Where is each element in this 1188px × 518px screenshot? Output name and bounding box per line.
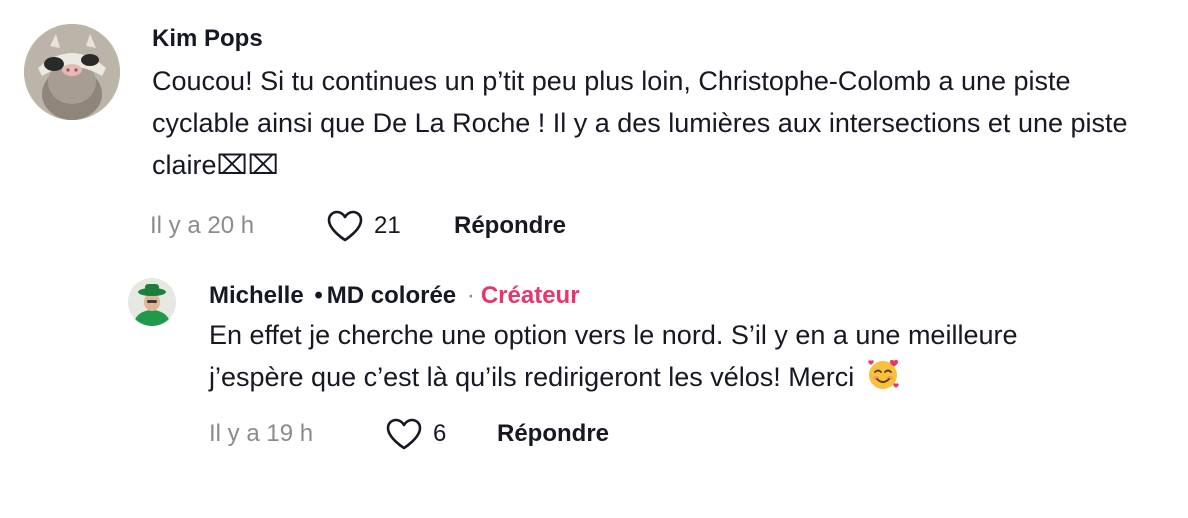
reply-subtitle: MD colorée [326, 282, 457, 309]
avatar[interactable] [128, 278, 176, 326]
comment-timestamp: Il y a 20 h [150, 212, 255, 239]
like-count: 21 [374, 212, 401, 239]
separator-dot: • [314, 282, 323, 309]
reply-button[interactable]: Répondre [454, 212, 566, 240]
reply-header: Michelle • MD colorée · Créateur [209, 278, 1109, 314]
reply-timestamp: Il y a 19 h [209, 420, 314, 447]
comment-item: Kim Pops Coucou! Si tu continues un p’ti… [24, 24, 1174, 246]
comment-actions: Il y a 20 h 21 Répondre [150, 206, 1152, 246]
heart-icon [327, 210, 363, 242]
separator-middot: · [466, 282, 475, 309]
reply-actions: Il y a 19 h 6 Répondre [209, 414, 1109, 454]
comment-username[interactable]: Kim Pops [152, 24, 1152, 54]
like-button[interactable]: 6 [385, 417, 497, 451]
avatar-image [128, 278, 176, 326]
reply-item: Michelle • MD colorée · Créateur En effet … [128, 278, 1168, 454]
avatar[interactable] [24, 24, 120, 120]
reply-button[interactable]: Répondre [497, 420, 609, 448]
like-count: 6 [433, 420, 447, 447]
creator-badge: Créateur [480, 282, 580, 309]
reply-username[interactable]: Michelle [209, 282, 304, 309]
like-button[interactable]: 21 [326, 209, 454, 243]
avatar-image [24, 24, 120, 120]
comment-text: Coucou! Si tu continues un p’tit peu plu… [152, 66, 1128, 180]
heart-icon [386, 418, 422, 450]
reply-text: En effet je cherche une option vers le n… [209, 314, 1109, 398]
smiling-face-with-hearts-icon [866, 357, 900, 391]
